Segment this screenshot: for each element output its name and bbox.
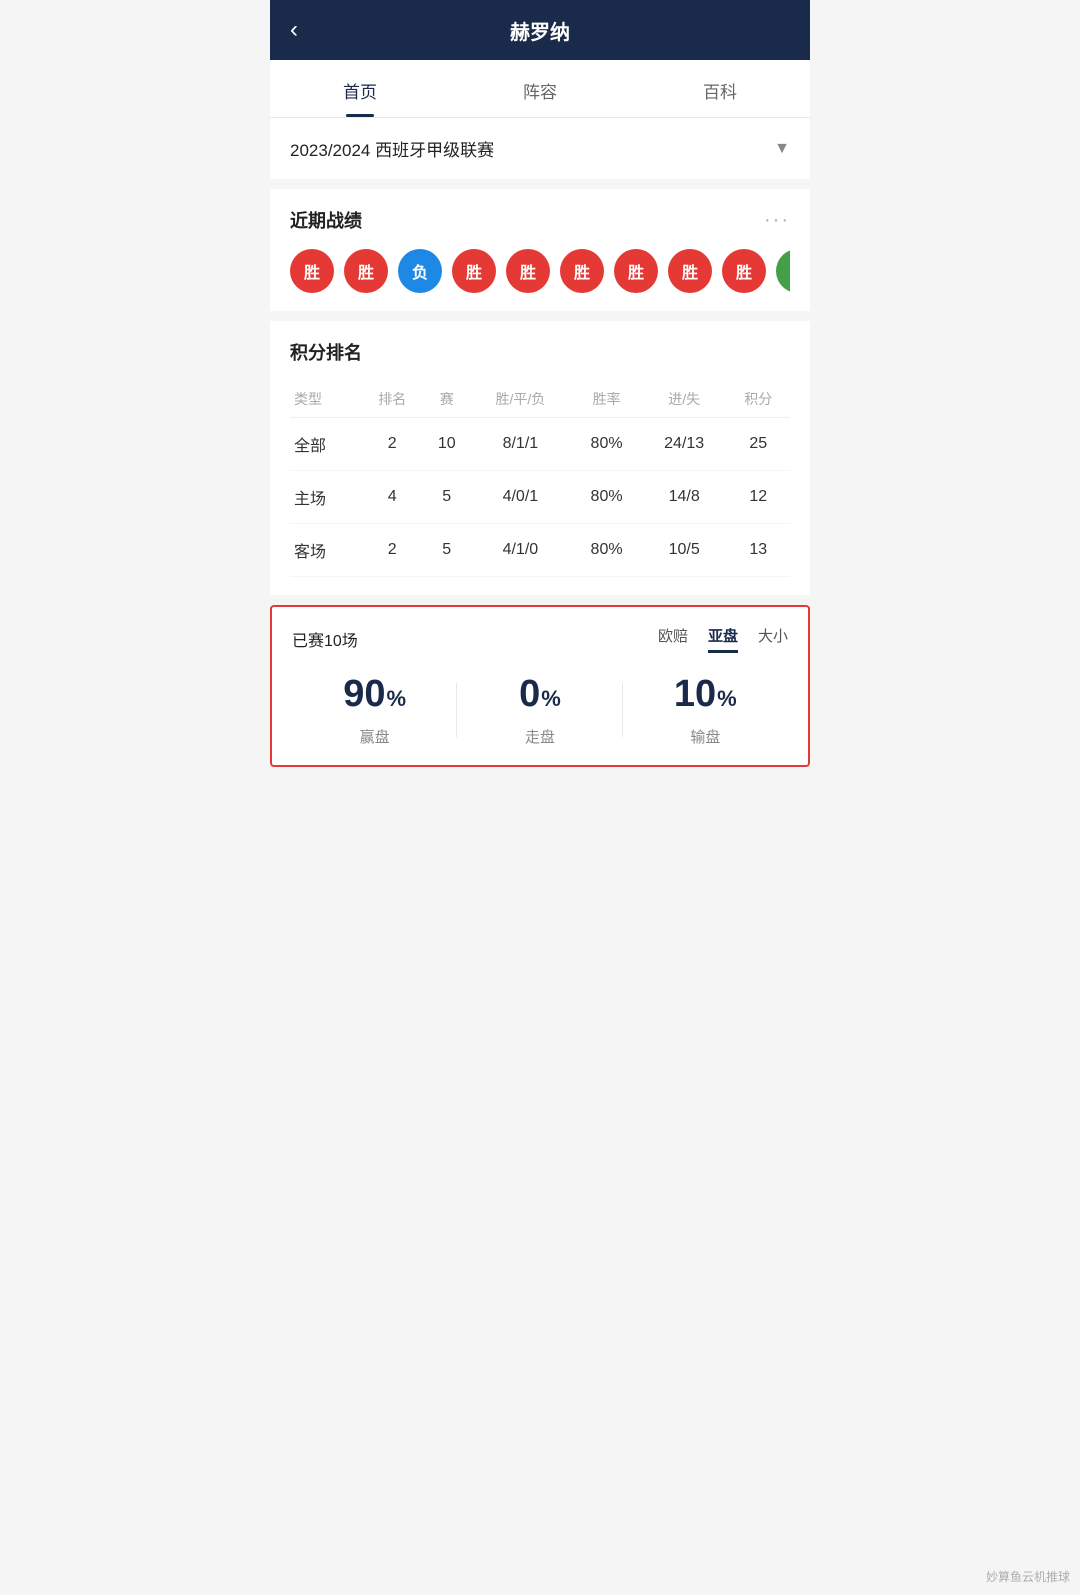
handicap-stats: 90% 赢盘0% 走盘10% 输盘 xyxy=(292,673,788,747)
standings-row: 主场454/0/180%14/812 xyxy=(290,471,790,524)
standings-cell: 4/0/1 xyxy=(469,471,571,524)
handicap-stat: 10% 输盘 xyxy=(623,673,788,747)
results-row: 胜胜负胜胜胜胜胜胜平 xyxy=(290,249,790,293)
standings-table: 类型排名赛胜/平/负胜率进/失积分 全部2108/1/180%24/1325主场… xyxy=(290,381,790,577)
standings-col-header: 类型 xyxy=(290,381,361,418)
standings-cell: 80% xyxy=(571,524,642,577)
season-selector[interactable]: 2023/2024 西班牙甲级联赛 ▼ xyxy=(270,118,810,179)
tab-wiki[interactable]: 百科 xyxy=(630,60,810,117)
handicap-label: 输盘 xyxy=(623,726,788,747)
result-badge: 胜 xyxy=(668,249,712,293)
standings-col-header: 积分 xyxy=(727,381,790,418)
result-badge: 胜 xyxy=(452,249,496,293)
standings-cell: 2 xyxy=(361,418,424,471)
standings-section: 积分排名 类型排名赛胜/平/负胜率进/失积分 全部2108/1/180%24/1… xyxy=(270,321,810,595)
standings-cell: 5 xyxy=(424,471,469,524)
handicap-header: 已赛10场 欧赔亚盘大小 xyxy=(292,625,788,653)
standings-cell: 8/1/1 xyxy=(469,418,571,471)
standings-cell: 4/1/0 xyxy=(469,524,571,577)
standings-cell: 2 xyxy=(361,524,424,577)
result-badge: 胜 xyxy=(614,249,658,293)
standings-row: 客场254/1/080%10/513 xyxy=(290,524,790,577)
standings-cell: 5 xyxy=(424,524,469,577)
standings-col-header: 进/失 xyxy=(642,381,727,418)
standings-cell: 12 xyxy=(727,471,790,524)
standings-cell: 14/8 xyxy=(642,471,727,524)
standings-row: 全部2108/1/180%24/1325 xyxy=(290,418,790,471)
standings-cell: 4 xyxy=(361,471,424,524)
handicap-section: 已赛10场 欧赔亚盘大小 90% 赢盘0% 走盘10% 输盘 xyxy=(270,605,810,767)
standings-col-header: 排名 xyxy=(361,381,424,418)
handicap-played: 已赛10场 xyxy=(292,627,358,651)
handicap-percentage: 10% xyxy=(623,673,788,716)
standings-cell: 80% xyxy=(571,418,642,471)
handicap-type-tab[interactable]: 亚盘 xyxy=(708,625,738,653)
standings-title: 积分排名 xyxy=(290,339,790,365)
handicap-type-tab[interactable]: 大小 xyxy=(758,625,788,653)
chevron-down-icon: ▼ xyxy=(774,140,790,158)
back-button[interactable]: ‹ xyxy=(290,16,298,44)
result-badge: 胜 xyxy=(290,249,334,293)
standings-cell: 80% xyxy=(571,471,642,524)
result-badge: 胜 xyxy=(722,249,766,293)
recent-results-title: 近期战绩 xyxy=(290,207,362,233)
result-badge: 胜 xyxy=(560,249,604,293)
recent-results-header: 近期战绩 ··· xyxy=(290,207,790,233)
tab-lineup[interactable]: 阵容 xyxy=(450,60,630,117)
more-options-button[interactable]: ··· xyxy=(764,209,790,232)
handicap-label: 赢盘 xyxy=(292,726,457,747)
standings-cell: 25 xyxy=(727,418,790,471)
standings-cell: 10 xyxy=(424,418,469,471)
standings-cell: 13 xyxy=(727,524,790,577)
handicap-stat: 90% 赢盘 xyxy=(292,673,457,747)
watermark: 妙算鱼云机推球 xyxy=(986,1568,1070,1585)
standings-cell: 24/13 xyxy=(642,418,727,471)
season-text: 2023/2024 西班牙甲级联赛 xyxy=(290,136,494,161)
main-content: 2023/2024 西班牙甲级联赛 ▼ 近期战绩 ··· 胜胜负胜胜胜胜胜胜平 … xyxy=(270,118,810,767)
handicap-type-tab[interactable]: 欧赔 xyxy=(658,625,688,653)
header: ‹ 赫罗纳 xyxy=(270,0,810,60)
result-badge: 胜 xyxy=(506,249,550,293)
standings-col-header: 赛 xyxy=(424,381,469,418)
standings-cell: 客场 xyxy=(290,524,361,577)
recent-results-section: 近期战绩 ··· 胜胜负胜胜胜胜胜胜平 xyxy=(270,189,810,311)
handicap-percentage: 0% xyxy=(457,673,622,716)
standings-cell: 主场 xyxy=(290,471,361,524)
handicap-types: 欧赔亚盘大小 xyxy=(658,625,788,653)
result-badge: 胜 xyxy=(344,249,388,293)
tab-bar: 首页 阵容 百科 xyxy=(270,60,810,118)
standings-cell: 全部 xyxy=(290,418,361,471)
standings-cell: 10/5 xyxy=(642,524,727,577)
standings-col-header: 胜率 xyxy=(571,381,642,418)
handicap-stat: 0% 走盘 xyxy=(457,673,622,747)
handicap-label: 走盘 xyxy=(457,726,622,747)
page-title: 赫罗纳 xyxy=(510,16,570,45)
tab-home[interactable]: 首页 xyxy=(270,60,450,117)
result-badge: 负 xyxy=(398,249,442,293)
handicap-percentage: 90% xyxy=(292,673,457,716)
standings-col-header: 胜/平/负 xyxy=(469,381,571,418)
result-badge: 平 xyxy=(776,249,790,293)
